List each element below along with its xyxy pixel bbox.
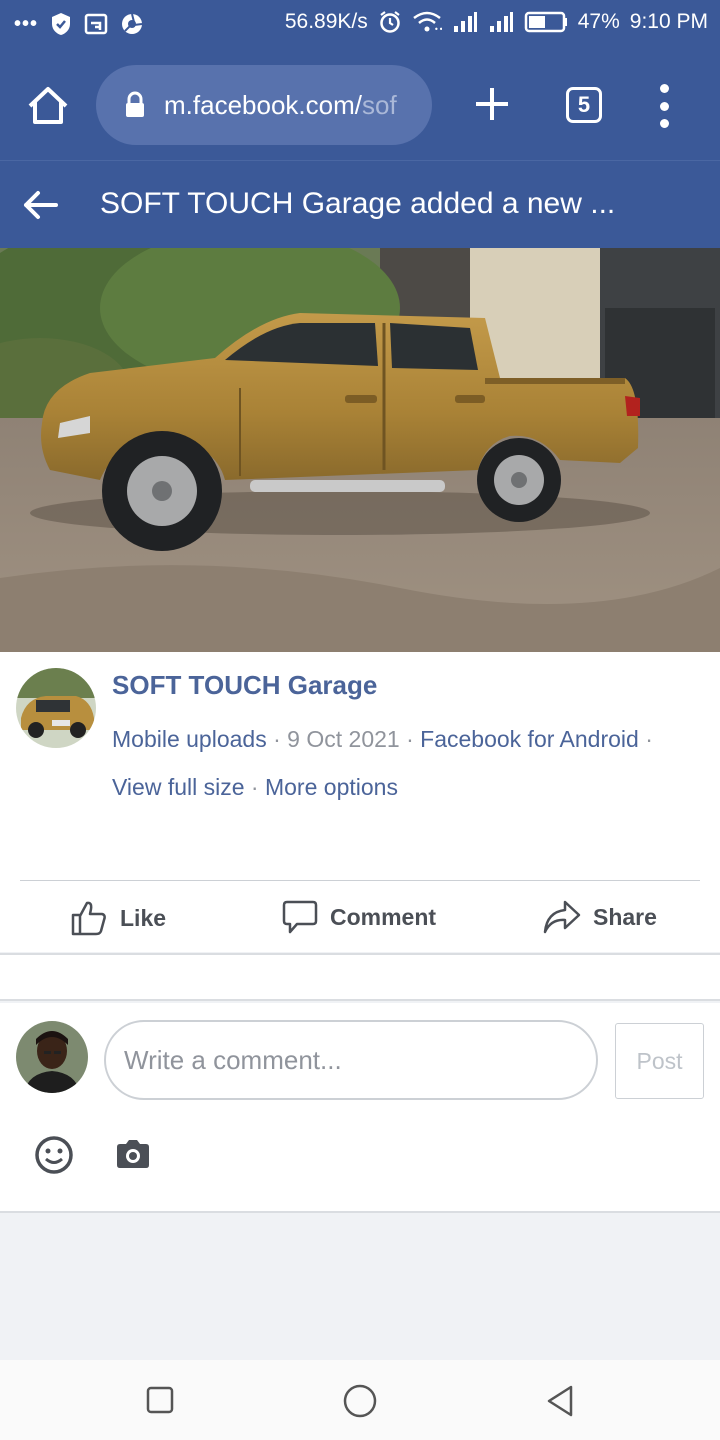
post-card: SOFT TOUCH Garage Mobile uploads · 9 Oct… [0, 652, 720, 952]
separator: · [273, 726, 281, 752]
post-date[interactable]: 9 Oct 2021 [287, 726, 400, 752]
battery-icon [524, 11, 568, 33]
user-avatar [16, 1021, 88, 1093]
address-bar[interactable]: m.facebook.com/sof [96, 65, 432, 145]
comment-composer: Post [0, 1003, 720, 1213]
share-button[interactable]: Share [543, 899, 657, 935]
clock: 9:10 PM [629, 10, 708, 33]
back-triangle-icon[interactable] [545, 1384, 575, 1418]
recent-apps-icon[interactable] [146, 1386, 174, 1414]
url-faded: sof [361, 89, 397, 120]
status-bar: ••• 56.89K/s ••• 47% 9:10 PM [0, 0, 720, 50]
share-label: Share [593, 903, 657, 930]
network-speed: 56.89K/s [284, 10, 368, 33]
app-link[interactable]: Facebook for Android [420, 726, 639, 752]
signal-icon [452, 11, 478, 33]
home-circle-icon[interactable] [343, 1384, 377, 1418]
truck-photo [0, 248, 720, 652]
page-title: SOFT TOUCH Garage added a new ... [100, 187, 616, 220]
browser-toolbar: m.facebook.com/sof 5 [0, 50, 720, 160]
back-arrow-icon[interactable] [22, 189, 58, 221]
separator: · [406, 726, 414, 752]
comment-input[interactable] [104, 1020, 598, 1100]
post-photo[interactable] [0, 248, 720, 652]
page-background [0, 1215, 720, 1360]
alarm-icon [378, 10, 402, 34]
thumbs-up-icon [71, 901, 106, 936]
camera-icon[interactable] [114, 1138, 152, 1170]
share-arrow-icon [543, 900, 581, 934]
new-tab-icon[interactable] [470, 82, 514, 126]
home-icon[interactable] [24, 82, 72, 130]
post-meta-line: Mobile uploads · 9 Oct 2021 · Facebook f… [112, 726, 653, 753]
signal-icon [488, 11, 514, 33]
page-name-link[interactable]: SOFT TOUCH Garage [112, 670, 377, 701]
action-bar: Like Comment Share [0, 881, 720, 953]
tab-switcher-button[interactable]: 5 [566, 87, 602, 123]
emoji-icon[interactable] [34, 1135, 74, 1175]
svg-text:•••: ••• [434, 25, 442, 33]
lock-icon [126, 91, 144, 117]
system-nav-bar [0, 1360, 720, 1440]
wifi-icon: ••• [412, 11, 442, 33]
page-avatar[interactable] [16, 668, 96, 748]
post-button[interactable]: Post [615, 1023, 704, 1099]
battery-percent: 47% [577, 10, 620, 33]
separator: · [250, 774, 259, 800]
comment-button[interactable]: Comment [282, 899, 436, 935]
browser-icon [120, 12, 144, 36]
photo-options-line: View full size · More options [112, 774, 398, 801]
url-main: m.facebook.com/ [164, 89, 362, 120]
comment-bubble-icon [282, 900, 318, 934]
cast-icon [84, 13, 108, 35]
shield-icon [50, 12, 72, 36]
more-options-link[interactable]: More options [265, 774, 398, 800]
url-text: m.facebook.com/sof [164, 90, 397, 121]
album-link[interactable]: Mobile uploads [112, 726, 267, 752]
section-separator [0, 953, 720, 1001]
comment-label: Comment [330, 903, 437, 930]
page-header: SOFT TOUCH Garage added a new ... [0, 160, 720, 248]
like-label: Like [120, 904, 167, 931]
overflow-menu-icon[interactable] [650, 84, 678, 128]
view-full-size-link[interactable]: View full size [112, 774, 245, 800]
notifications-more-icon: ••• [14, 12, 39, 35]
separator: · [645, 726, 653, 752]
like-button[interactable]: Like [70, 899, 166, 937]
